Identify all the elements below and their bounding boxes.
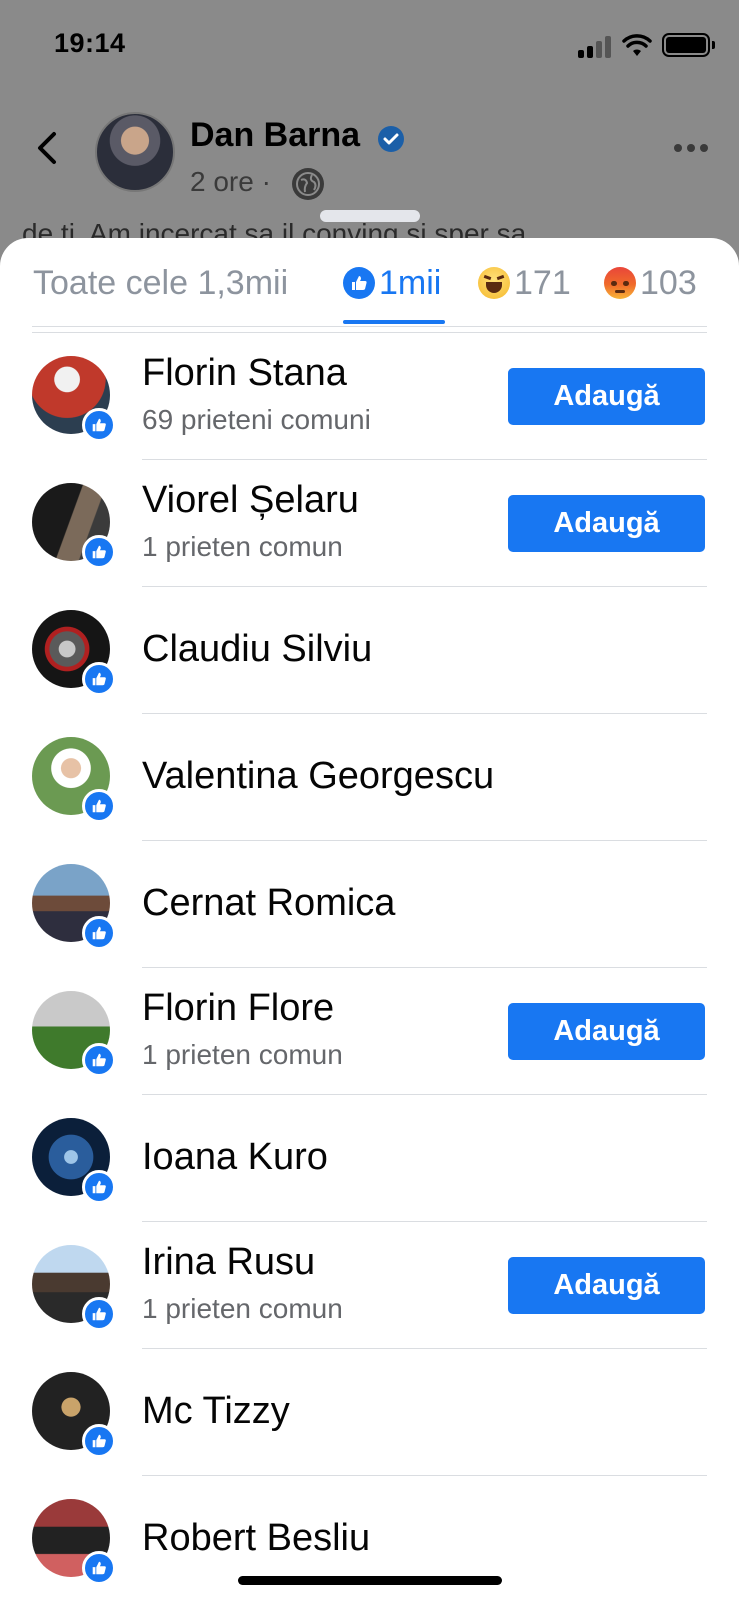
list-item[interactable]: Irina Rusu 1 prieten comun Adaugă [0, 1221, 739, 1348]
divider [142, 1475, 707, 1476]
list-item[interactable]: Valentina Georgescu [0, 713, 739, 840]
reactors-list: Florin Stana 69 prieteni comuni Adaugă V… [0, 332, 739, 1600]
cellular-signal-icon [578, 36, 614, 58]
more-options-icon[interactable] [674, 144, 710, 154]
tab-label: 171 [514, 263, 571, 302]
like-icon [343, 267, 375, 299]
list-item[interactable]: Florin Flore 1 prieten comun Adaugă [0, 967, 739, 1094]
post-header: Dan Barna 2 ore · [0, 100, 739, 200]
person-name[interactable]: Ioana Kuro [142, 1136, 328, 1179]
like-badge-icon [82, 1043, 116, 1077]
like-badge-icon [82, 1297, 116, 1331]
list-item[interactable]: Florin Stana 69 prieteni comuni Adaugă [0, 332, 739, 459]
mutual-friends: 1 prieten comun [142, 531, 343, 562]
like-badge-icon [82, 1424, 116, 1458]
person-name[interactable]: Florin Stana [142, 352, 347, 395]
mutual-friends: 1 prieten comun [142, 1293, 343, 1324]
like-badge-icon [82, 1170, 116, 1204]
battery-icon [662, 33, 715, 57]
divider [32, 326, 707, 327]
post-time: 2 ore · [190, 166, 271, 197]
divider [142, 586, 707, 587]
mutual-friends: 1 prieten comun [142, 1039, 343, 1070]
person-name[interactable]: Robert Besliu [142, 1517, 370, 1560]
author-avatar[interactable] [95, 112, 175, 192]
tab-label: 1mii [379, 263, 442, 302]
person-name[interactable]: Irina Rusu [142, 1241, 315, 1284]
like-badge-icon [82, 535, 116, 569]
divider [142, 840, 707, 841]
tab-haha[interactable]: 171 [478, 258, 571, 308]
add-friend-button[interactable]: Adaugă [508, 368, 705, 425]
tab-likes[interactable]: 1mii [343, 258, 441, 308]
person-name[interactable]: Viorel Șelaru [142, 479, 359, 522]
add-friend-button[interactable]: Adaugă [508, 1003, 705, 1060]
tab-all-reactions[interactable]: Toate cele 1,3mii [33, 258, 288, 308]
globe-icon [292, 168, 324, 200]
author-name[interactable]: Dan Barna [190, 116, 360, 155]
status-bar: 19:14 [0, 0, 739, 90]
reactions-sheet: Toate cele 1,3mii 1mii 171 103 Florin St… [0, 238, 739, 1600]
list-item[interactable]: Claudiu Silviu [0, 586, 739, 713]
like-badge-icon [82, 408, 116, 442]
like-badge-icon [82, 789, 116, 823]
divider [142, 1094, 707, 1095]
haha-emoji-icon [478, 267, 510, 299]
home-indicator[interactable] [238, 1576, 502, 1585]
mutual-friends: 69 prieteni comuni [142, 404, 371, 435]
sheet-grabber-handle[interactable] [320, 210, 420, 222]
divider [142, 1221, 707, 1222]
active-tab-indicator [343, 320, 445, 324]
list-item[interactable]: Mc Tizzy [0, 1348, 739, 1475]
reaction-tabs: Toate cele 1,3mii 1mii 171 103 [0, 238, 739, 328]
add-friend-button[interactable]: Adaugă [508, 1257, 705, 1314]
angry-emoji-icon [604, 267, 636, 299]
list-item[interactable]: Viorel Șelaru 1 prieten comun Adaugă [0, 459, 739, 586]
divider [32, 332, 707, 333]
person-name[interactable]: Valentina Georgescu [142, 755, 494, 798]
person-name[interactable]: Florin Flore [142, 987, 334, 1030]
person-name[interactable]: Claudiu Silviu [142, 628, 372, 671]
list-item[interactable]: Cernat Romica [0, 840, 739, 967]
divider [142, 967, 707, 968]
tab-label: Toate cele 1,3mii [33, 263, 289, 302]
person-name[interactable]: Cernat Romica [142, 882, 395, 925]
person-name[interactable]: Mc Tizzy [142, 1390, 290, 1433]
tab-angry[interactable]: 103 [604, 258, 697, 308]
like-badge-icon [82, 662, 116, 696]
like-badge-icon [82, 916, 116, 950]
status-time: 19:14 [54, 28, 126, 58]
back-arrow-icon[interactable] [32, 128, 62, 168]
divider [142, 713, 707, 714]
list-item[interactable]: Ioana Kuro [0, 1094, 739, 1221]
verified-badge-icon [378, 126, 404, 152]
tab-label: 103 [640, 263, 697, 302]
like-badge-icon [82, 1551, 116, 1585]
divider [142, 1348, 707, 1349]
add-friend-button[interactable]: Adaugă [508, 495, 705, 552]
divider [142, 459, 707, 460]
wifi-icon [622, 34, 652, 56]
